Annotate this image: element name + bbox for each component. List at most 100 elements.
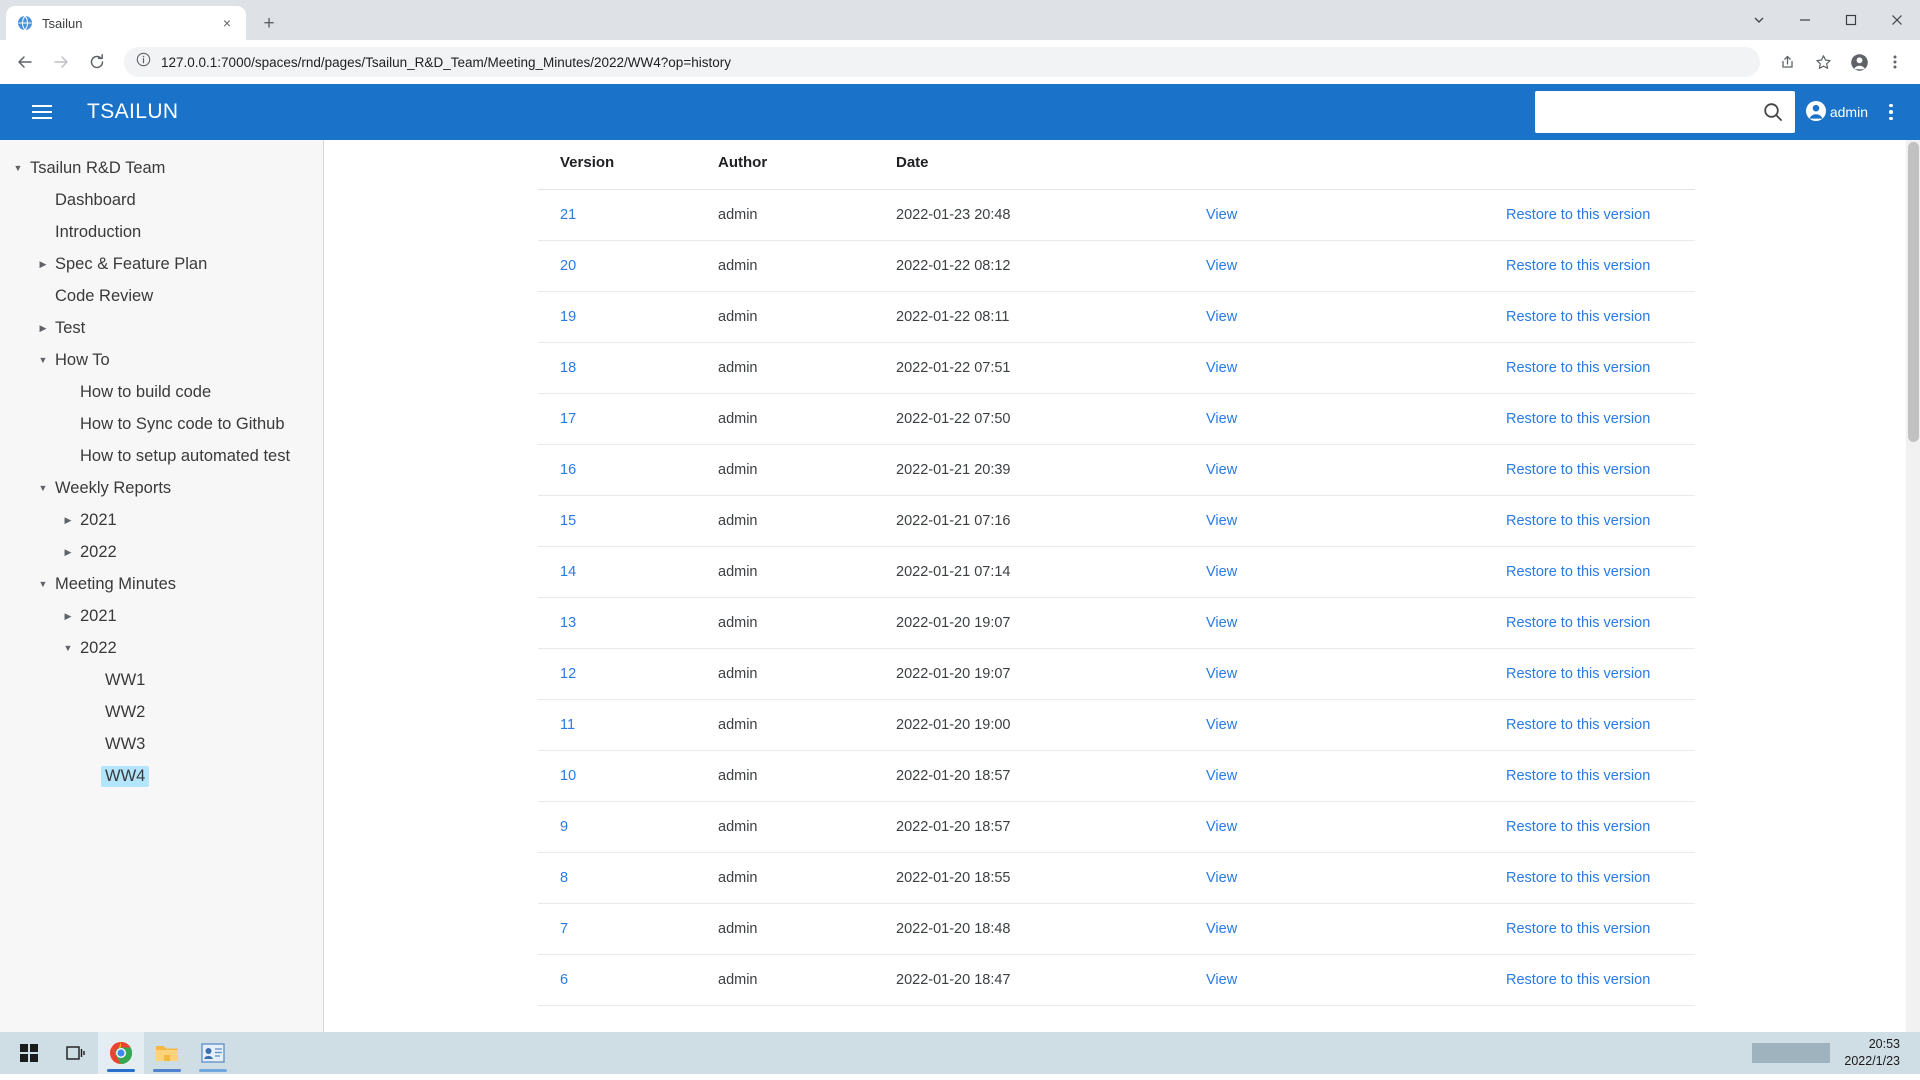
view-link[interactable]: View — [1206, 258, 1237, 274]
minimize-icon[interactable] — [1782, 0, 1828, 40]
url-text[interactable]: 127.0.0.1:7000/spaces/rnd/pages/Tsailun_… — [161, 55, 1748, 70]
sidebar-item-meeting-minutes[interactable]: ▼ Meeting Minutes — [0, 568, 323, 600]
window-close-icon[interactable] — [1874, 0, 1920, 40]
version-link[interactable]: 9 — [560, 819, 568, 835]
restore-link[interactable]: Restore to this version — [1506, 462, 1650, 478]
sidebar-item-2021[interactable]: ▶ 2021 — [0, 504, 323, 536]
restore-link[interactable]: Restore to this version — [1506, 972, 1650, 988]
taskbar-clock[interactable]: 20:53 2022/1/23 — [1844, 1036, 1900, 1070]
view-link[interactable]: View — [1206, 360, 1237, 376]
version-link[interactable]: 15 — [560, 513, 576, 529]
version-link[interactable]: 16 — [560, 462, 576, 478]
view-link[interactable]: View — [1206, 615, 1237, 631]
view-link[interactable]: View — [1206, 921, 1237, 937]
version-link[interactable]: 21 — [560, 207, 576, 223]
sidebar-item-how-to-build-code[interactable]: How to build code — [0, 376, 323, 408]
chevron-down-icon[interactable]: ▼ — [35, 579, 51, 589]
view-link[interactable]: View — [1206, 717, 1237, 733]
version-link[interactable]: 8 — [560, 870, 568, 886]
view-link[interactable]: View — [1206, 411, 1237, 427]
search-box[interactable] — [1534, 91, 1795, 133]
view-link[interactable]: View — [1206, 666, 1237, 682]
version-link[interactable]: 11 — [560, 717, 575, 733]
restore-link[interactable]: Restore to this version — [1506, 513, 1650, 529]
chevron-right-icon[interactable]: ▶ — [35, 323, 51, 333]
sidebar-item-how-to[interactable]: ▼ How To — [0, 344, 323, 376]
new-tab-button[interactable]: + — [254, 8, 284, 38]
restore-link[interactable]: Restore to this version — [1506, 666, 1650, 682]
reload-icon[interactable] — [80, 45, 114, 79]
view-link[interactable]: View — [1206, 972, 1237, 988]
view-link[interactable]: View — [1206, 768, 1237, 784]
chevron-right-icon[interactable]: ▶ — [60, 547, 76, 557]
browser-tab[interactable]: Tsailun × — [6, 6, 246, 40]
version-link[interactable]: 12 — [560, 666, 576, 682]
view-link[interactable]: View — [1206, 819, 1237, 835]
info-circle-icon[interactable] — [136, 52, 151, 72]
chevron-down-icon[interactable]: ▼ — [35, 355, 51, 365]
restore-link[interactable]: Restore to this version — [1506, 411, 1650, 427]
view-link[interactable]: View — [1206, 207, 1237, 223]
restore-link[interactable]: Restore to this version — [1506, 564, 1650, 580]
version-link[interactable]: 20 — [560, 258, 576, 274]
close-icon[interactable]: × — [218, 14, 236, 32]
share-icon[interactable] — [1770, 45, 1804, 79]
sidebar-item-how-to-sync-code-to-github[interactable]: How to Sync code to Github — [0, 408, 323, 440]
view-link[interactable]: View — [1206, 513, 1237, 529]
sidebar-item-dashboard[interactable]: Dashboard — [0, 184, 323, 216]
browser-menu-icon[interactable] — [1878, 45, 1912, 79]
sidebar-item-tsailun-r-d-team[interactable]: ▼ Tsailun R&D Team — [0, 152, 323, 184]
forward-icon[interactable] — [44, 45, 78, 79]
sidebar-item-ww2[interactable]: WW2 — [0, 696, 323, 728]
sidebar-item-how-to-setup-automated-test[interactable]: How to setup automated test — [0, 440, 323, 472]
address-bar[interactable]: 127.0.0.1:7000/spaces/rnd/pages/Tsailun_… — [124, 47, 1760, 77]
chrome-dropdown-icon[interactable] — [1736, 0, 1782, 40]
chevron-right-icon[interactable]: ▶ — [60, 515, 76, 525]
star-icon[interactable] — [1806, 45, 1840, 79]
search-icon[interactable] — [1761, 100, 1785, 124]
page-scrollbar[interactable] — [1906, 140, 1920, 1074]
restore-link[interactable]: Restore to this version — [1506, 717, 1650, 733]
version-link[interactable]: 6 — [560, 972, 568, 988]
hamburger-icon[interactable] — [22, 92, 62, 132]
chevron-right-icon[interactable]: ▶ — [60, 611, 76, 621]
sidebar-item-2022[interactable]: ▼ 2022 — [0, 632, 323, 664]
sidebar-item-spec-feature-plan[interactable]: ▶ Spec & Feature Plan — [0, 248, 323, 280]
sidebar-item-2021[interactable]: ▶ 2021 — [0, 600, 323, 632]
view-link[interactable]: View — [1206, 564, 1237, 580]
file-explorer-icon[interactable] — [144, 1032, 190, 1074]
version-link[interactable]: 13 — [560, 615, 576, 631]
maximize-icon[interactable] — [1828, 0, 1874, 40]
view-link[interactable]: View — [1206, 870, 1237, 886]
restore-link[interactable]: Restore to this version — [1506, 768, 1650, 784]
chevron-down-icon[interactable]: ▼ — [35, 483, 51, 493]
version-link[interactable]: 10 — [560, 768, 576, 784]
version-link[interactable]: 14 — [560, 564, 576, 580]
restore-link[interactable]: Restore to this version — [1506, 360, 1650, 376]
sidebar-item-ww4[interactable]: WW4 — [0, 760, 323, 792]
restore-link[interactable]: Restore to this version — [1506, 615, 1650, 631]
view-link[interactable]: View — [1206, 309, 1237, 325]
chrome-icon[interactable] — [98, 1032, 144, 1074]
view-link[interactable]: View — [1206, 462, 1237, 478]
sidebar-item-ww3[interactable]: WW3 — [0, 728, 323, 760]
sidebar-item-ww1[interactable]: WW1 — [0, 664, 323, 696]
sidebar-item-introduction[interactable]: Introduction — [0, 216, 323, 248]
contacts-app-icon[interactable] — [190, 1032, 236, 1074]
restore-link[interactable]: Restore to this version — [1506, 819, 1650, 835]
windows-start-icon[interactable] — [6, 1032, 52, 1074]
sidebar-item-code-review[interactable]: Code Review — [0, 280, 323, 312]
restore-link[interactable]: Restore to this version — [1506, 309, 1650, 325]
restore-link[interactable]: Restore to this version — [1506, 258, 1650, 274]
profile-icon[interactable] — [1842, 45, 1876, 79]
restore-link[interactable]: Restore to this version — [1506, 207, 1650, 223]
sidebar-item-weekly-reports[interactable]: ▼ Weekly Reports — [0, 472, 323, 504]
back-icon[interactable] — [8, 45, 42, 79]
version-link[interactable]: 18 — [560, 360, 576, 376]
search-input[interactable] — [1544, 104, 1761, 120]
chevron-right-icon[interactable]: ▶ — [35, 259, 51, 269]
sidebar-item-test[interactable]: ▶ Test — [0, 312, 323, 344]
chevron-down-icon[interactable]: ▼ — [60, 643, 76, 653]
restore-link[interactable]: Restore to this version — [1506, 870, 1650, 886]
app-overflow-menu-icon[interactable] — [1878, 95, 1904, 129]
